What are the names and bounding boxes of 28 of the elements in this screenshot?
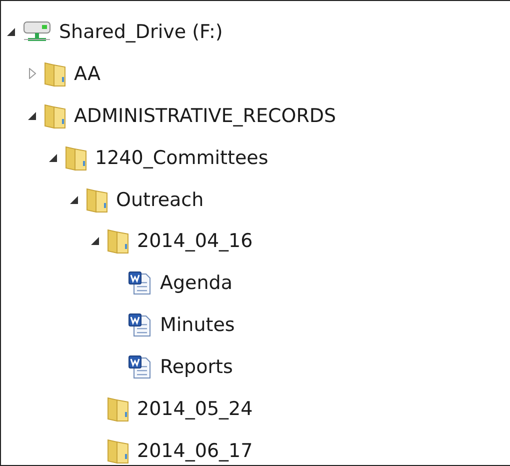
expanded-arrow-icon[interactable]	[49, 154, 57, 162]
folder-icon	[107, 396, 129, 422]
tree-item-label[interactable]: 2014_04_16	[137, 230, 253, 252]
word-document-icon	[128, 271, 152, 296]
word-document-icon	[128, 313, 152, 338]
folder-icon	[44, 60, 66, 87]
expanded-arrow-icon[interactable]	[91, 237, 99, 246]
tree-item-label[interactable]: 2014_05_24	[137, 398, 253, 420]
tree-item-label[interactable]: AA	[74, 62, 101, 85]
tree-item-label[interactable]: ADMINISTRATIVE_RECORDS	[74, 104, 336, 127]
word-document-icon	[128, 355, 152, 380]
tree-item-label[interactable]: Reports	[160, 356, 233, 378]
expanded-arrow-icon[interactable]	[28, 112, 36, 120]
tree-item-label[interactable]: 1240_Committees	[95, 146, 268, 169]
folder-icon	[86, 186, 108, 213]
expanded-arrow-icon[interactable]	[7, 28, 15, 36]
folder-icon	[107, 228, 129, 254]
expanded-arrow-icon[interactable]	[70, 196, 78, 204]
folder-icon	[65, 144, 87, 171]
network-drive-icon	[23, 20, 51, 43]
folder-icon	[44, 102, 66, 129]
tree-item-label[interactable]: Minutes	[160, 314, 235, 336]
tree-item-label[interactable]: Shared_Drive (F:)	[59, 20, 223, 43]
folder-icon	[107, 438, 129, 464]
tree-item-label[interactable]: 2014_06_17	[137, 440, 253, 462]
tree-item-label[interactable]: Agenda	[160, 272, 232, 294]
collapsed-arrow-icon[interactable]	[28, 68, 36, 80]
tree-item-label[interactable]: Outreach	[116, 188, 204, 211]
